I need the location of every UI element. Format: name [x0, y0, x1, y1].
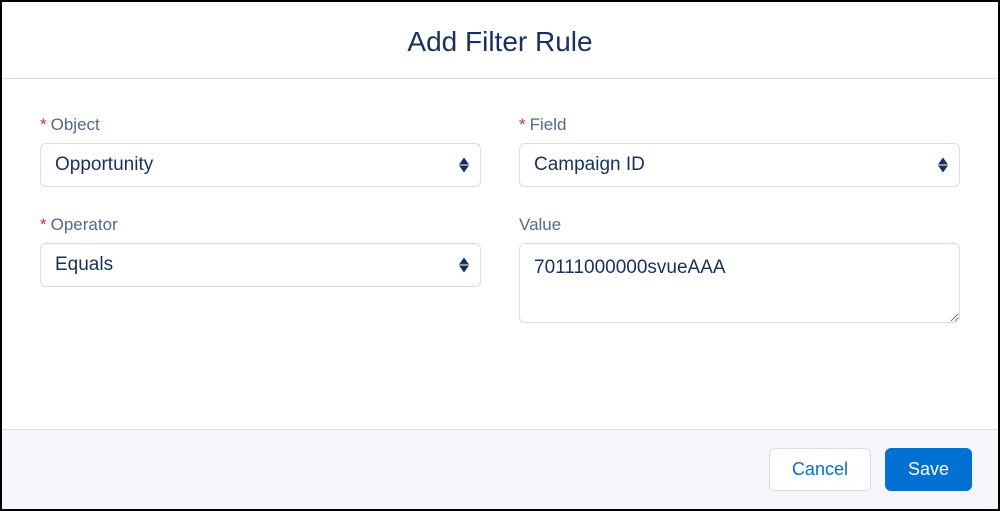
dialog-footer: Cancel Save	[2, 429, 998, 509]
value-label: Value	[519, 215, 960, 235]
field-label: Field	[519, 115, 960, 135]
operator-field-group: Operator Equals	[40, 215, 481, 323]
value-field-group: Value	[519, 215, 960, 323]
operator-select-value: Equals	[40, 243, 481, 287]
field-select[interactable]: Campaign ID	[519, 143, 960, 187]
object-select-value: Opportunity	[40, 143, 481, 187]
operator-select[interactable]: Equals	[40, 243, 481, 287]
field-select-value: Campaign ID	[519, 143, 960, 187]
field-field-group: Field Campaign ID	[519, 115, 960, 187]
save-button[interactable]: Save	[885, 448, 972, 491]
object-field-group: Object Opportunity	[40, 115, 481, 187]
dialog-body: Object Opportunity Field Campaign ID Ope…	[2, 79, 998, 429]
value-input[interactable]	[519, 243, 960, 323]
cancel-button[interactable]: Cancel	[769, 448, 871, 491]
operator-label: Operator	[40, 215, 481, 235]
dialog-title: Add Filter Rule	[2, 26, 998, 58]
object-select[interactable]: Opportunity	[40, 143, 481, 187]
dialog-header: Add Filter Rule	[2, 2, 998, 79]
object-label: Object	[40, 115, 481, 135]
